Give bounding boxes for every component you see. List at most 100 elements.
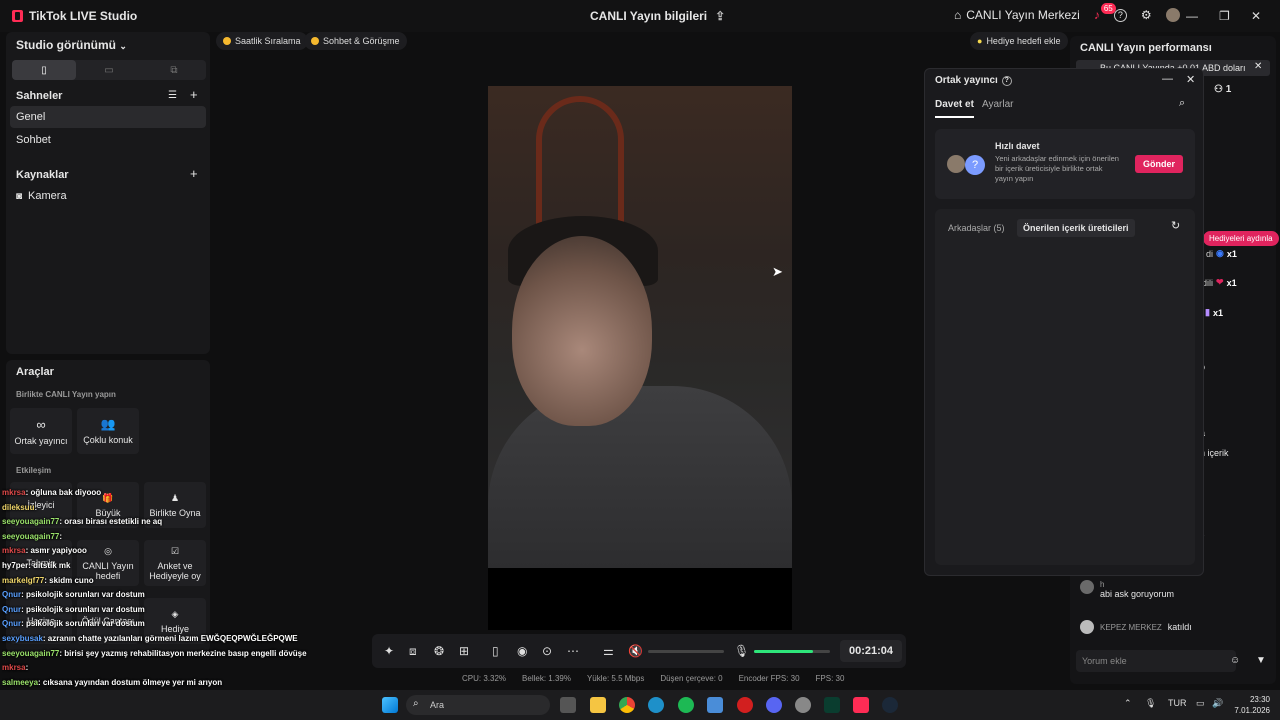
chat-username: mkrsa [2,663,26,673]
volume-icon[interactable]: 🔊 [1212,698,1223,709]
chat-username: Qnur [2,590,22,600]
multi-guest-tool-button[interactable]: 👥 Çoklu konuk [77,408,139,454]
tab-settings[interactable]: Ayarlar [982,99,1014,110]
help-icon[interactable]: ? [1113,8,1127,22]
portrait-icon: ▯ [41,64,47,76]
gifts-highlight-pill[interactable]: Hediyeleri aydınla [1203,231,1279,246]
hourly-ranking-chip[interactable]: Saatlik Sıralama [216,32,308,50]
add-source-icon[interactable]: + [190,166,198,181]
more-icon[interactable]: ⋯ [567,644,579,658]
collab-title: Birlikte CANLI Yayın yapın [16,390,116,399]
sources-title: Kaynaklar [16,169,69,181]
phone-icon[interactable]: ▯ [492,644,499,658]
viewer-count[interactable]: ⚇ 1 [1214,84,1231,95]
add-scene-icon[interactable]: + [190,87,198,102]
gift-goal-chip[interactable]: ● Hediye hedefi ekle [970,32,1068,50]
banner-close-icon[interactable]: ✕ [1254,61,1262,72]
file-explorer-icon[interactable] [590,697,606,713]
gift-icon: ◉ [1216,248,1224,258]
language-indicator[interactable]: TUR [1168,698,1187,708]
studio-view-dropdown[interactable]: Studio görünümü ⌄ [16,38,127,52]
gift-prefix: di [1206,248,1214,259]
comment-row: h abi ask goruyorum [1080,580,1174,599]
layout-selector: ▯ ▭ ⧉ [12,60,206,80]
chat-line: Qnur: psikolojik sorunları var dostum [2,603,312,618]
network-icon[interactable]: ▭ [1196,698,1205,709]
filter-comments-icon[interactable]: ▼ [1256,655,1266,666]
pill-label: Hediyeleri aydınla [1209,234,1273,243]
minimize-icon[interactable]: — [1186,9,1198,23]
chrome-icon[interactable] [619,697,635,713]
taskbar-search[interactable]: Ara [406,695,550,715]
scene-item-genel[interactable]: Genel [10,106,206,128]
live-preview[interactable] [488,86,792,630]
comment-input[interactable]: Yorum ekle [1076,650,1236,672]
steam-icon[interactable] [882,697,898,713]
opera-icon[interactable] [737,697,753,713]
maximize-icon[interactable]: ❐ [1219,9,1230,23]
effects-icon[interactable]: ✦ [384,644,394,658]
mixer-icon[interactable]: ⚌ [603,644,614,658]
speaker-muted-icon[interactable]: 🔇 [628,644,643,658]
speaker-volume-slider[interactable] [648,650,724,653]
split-layout-button[interactable]: ⧉ [142,60,206,80]
discord-icon[interactable] [766,697,782,713]
chat-message: : cıksana yayından dostum ölmeye yer mi … [38,677,223,687]
chat-message: : oğluna bak diyooo [25,488,102,497]
tab-invite[interactable]: Davet et [935,99,974,118]
clock[interactable]: 23:30 7.01.2026 [1232,694,1270,716]
close-icon[interactable]: ✕ [1251,9,1261,23]
info-icon[interactable]: ? [1001,75,1012,86]
tiktok-live-studio-icon[interactable] [853,697,869,713]
chat-message: : [59,531,63,541]
join-user: KEPEZ MERKEZ [1100,622,1162,632]
refresh-icon[interactable]: ↻ [1171,219,1180,232]
settings-app-icon[interactable] [707,697,723,713]
add-media-icon[interactable]: ⊞ [459,644,469,658]
tab-suggested-creators[interactable]: Önerilen içerik üreticileri [1017,219,1135,237]
windows-start-icon[interactable] [382,697,398,713]
performance-title: CANLI Yayın performansı [1080,42,1212,54]
trophy-icon [223,37,231,45]
minimize-popup-icon[interactable]: — [1162,73,1173,85]
edge-icon[interactable] [648,697,664,713]
close-popup-icon[interactable]: ✕ [1186,73,1195,86]
terminal-icon[interactable] [824,697,840,713]
tool-label: Ortak yayıncı [14,435,68,446]
landscape-layout-button[interactable]: ▭ [77,60,141,80]
chat-overlay: mkrsa: oğluna bak diyooo dileksuu: seeyoua… [2,486,312,705]
record-icon[interactable]: ◉ [517,644,527,658]
search-icon[interactable]: ⌕ [1179,97,1185,110]
live-info-button[interactable]: CANLI Yayın bilgileri ⇪ [590,9,725,23]
avatar [947,155,965,173]
source-item-kamera[interactable]: ◙ Kamera [10,185,206,207]
spotify-icon[interactable] [678,697,694,713]
list-icon[interactable]: ☰ [168,90,177,101]
tab-friends[interactable]: Arkadaşlar (5) [948,223,1005,233]
portrait-layout-button[interactable]: ▯ [12,60,76,80]
source-label: Kamera [28,190,67,202]
task-view-icon[interactable] [560,697,576,713]
profile-avatar[interactable] [1165,8,1180,22]
gear-icon[interactable]: ⚙ [1141,8,1152,22]
mic-icon[interactable]: 🎙 [734,644,749,658]
quick-invite-card: ? Hızlı davet Yeni arkadaşlar edinmek iç… [935,129,1195,199]
scene-item-sohbet[interactable]: Sohbet [10,129,206,151]
chat-meet-chip[interactable]: Sohbet & Görüşme [304,32,407,50]
studio-view-label: Studio görünümü [16,38,116,52]
camera-settings-icon[interactable]: ⊙ [542,644,552,658]
mic-tray-icon[interactable]: 🎙 [1145,698,1156,709]
chat-line: Qnur: psikolojik sorunları var dostum [2,588,312,603]
notifications-button[interactable]: ♪ 65 [1094,3,1116,22]
streamer-face [512,236,652,426]
app-icon[interactable] [795,697,811,713]
send-button[interactable]: Gönder [1135,155,1183,173]
live-center-button[interactable]: ⌂ CANLI Yayın Merkezi [954,8,1080,22]
beauty-icon[interactable]: ❂ [434,644,444,658]
cohost-tool-button[interactable]: ∞ Ortak yayıncı [10,408,72,454]
tray-chevron-icon[interactable]: ⌃ [1124,698,1132,709]
filter-icon[interactable]: ⧈ [409,644,417,659]
emoji-icon[interactable]: ☺ [1230,655,1240,666]
mic-volume-slider[interactable] [754,650,830,653]
popup-header: Ortak yayıncı ? [935,75,1012,86]
